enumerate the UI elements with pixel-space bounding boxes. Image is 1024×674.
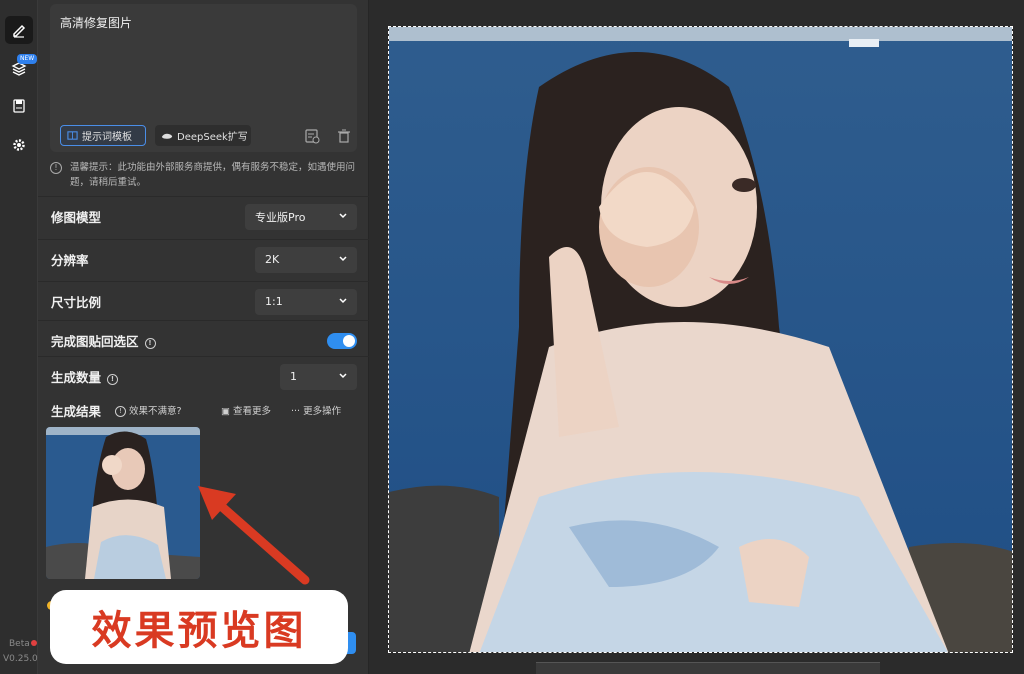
- paste-back-label: 完成图贴回选区!: [51, 331, 156, 350]
- book-icon: [67, 131, 78, 140]
- count-value: 1: [290, 370, 297, 383]
- results-label: 生成结果: [51, 404, 102, 419]
- resolution-value: 2K: [265, 253, 280, 266]
- info-icon: !: [115, 406, 126, 417]
- history-icon[interactable]: [304, 128, 320, 144]
- count-row: 生成数量! 1: [38, 356, 369, 396]
- prompt-text[interactable]: 高清修复图片: [60, 14, 132, 31]
- paste-back-row: 完成图贴回选区!: [38, 320, 369, 360]
- trash-icon[interactable]: [336, 128, 352, 144]
- edit-tool-button[interactable]: [5, 16, 33, 44]
- resolution-label: 分辨率: [51, 253, 89, 268]
- ratio-label: 尺寸比例: [51, 295, 102, 310]
- annotation-arrow: [198, 486, 310, 585]
- beta-label: Beta: [9, 639, 30, 649]
- whale-icon: [161, 133, 173, 139]
- save-icon: [13, 99, 25, 113]
- count-label: 生成数量!: [51, 367, 119, 386]
- ratio-value: 1:1: [265, 295, 283, 308]
- pencil-icon: [13, 24, 26, 38]
- notice-text: 温馨提示：此功能由外部服务商提供，偶有服务不稳定，如遇使用问题，请稍后重试。: [70, 162, 356, 188]
- prompt-template-button[interactable]: 提示词模板: [60, 125, 146, 146]
- prompt-template-label: 提示词模板: [82, 132, 132, 143]
- result-thumbnail-image: [46, 427, 200, 579]
- main-image[interactable]: [388, 26, 1013, 653]
- chevron-down-icon: [339, 255, 347, 261]
- service-notice: ! 温馨提示：此功能由外部服务商提供，偶有服务不稳定，如遇使用问题，请稍后重试。: [50, 160, 360, 190]
- results-header: 生成结果 ! 效果不满意? ▣ 查看更多 ··· 更多操作: [38, 396, 369, 422]
- deepseek-expand-label: DeepSeek扩写: [177, 132, 248, 143]
- unsatisfied-link[interactable]: ! 效果不满意?: [115, 403, 182, 417]
- model-row: 修图模型 专业版Pro: [38, 196, 369, 236]
- version-label: V0.25.0: [3, 654, 38, 664]
- chevron-down-icon: [339, 212, 347, 218]
- left-toolbar: NEW Beta V0.25.0: [0, 0, 38, 674]
- chevron-down-icon: [339, 297, 347, 303]
- canvas-area: [370, 0, 1024, 674]
- more-ops-link[interactable]: ··· 更多操作: [291, 403, 341, 417]
- annotation-label: 效果预览图: [50, 590, 348, 664]
- new-badge: NEW: [17, 54, 38, 64]
- settings-tool-button[interactable]: [5, 131, 33, 159]
- paste-back-toggle[interactable]: [327, 332, 357, 349]
- beta-dot: [31, 640, 37, 646]
- resolution-row: 分辨率 2K: [38, 239, 369, 279]
- info-icon[interactable]: !: [144, 338, 156, 349]
- notice-info-icon: !: [50, 162, 62, 174]
- chevron-down-icon: [339, 372, 347, 378]
- gear-icon: [13, 139, 25, 151]
- deepseek-expand-button[interactable]: DeepSeek扩写: [155, 125, 251, 146]
- count-select[interactable]: 1: [280, 363, 357, 390]
- ratio-select[interactable]: 1:1: [255, 288, 357, 315]
- app-window: NEW Beta V0.25.0 高清修复图片 提示词模板 DeepSeek扩写: [0, 0, 1024, 674]
- view-more-link[interactable]: ▣ 查看更多: [221, 403, 271, 417]
- model-select[interactable]: 专业版Pro: [245, 203, 357, 230]
- info-icon[interactable]: !: [107, 374, 119, 385]
- resolution-select[interactable]: 2K: [255, 246, 357, 273]
- model-value: 专业版Pro: [255, 210, 306, 224]
- ratio-row: 尺寸比例 1:1: [38, 281, 369, 321]
- prompt-input[interactable]: 高清修复图片 提示词模板 DeepSeek扩写: [50, 4, 357, 152]
- main-photo: [389, 27, 1012, 652]
- model-label: 修图模型: [51, 210, 102, 225]
- bottom-scrollbar[interactable]: [536, 662, 880, 674]
- result-thumbnail[interactable]: [46, 427, 200, 579]
- save-tool-button[interactable]: [5, 92, 33, 120]
